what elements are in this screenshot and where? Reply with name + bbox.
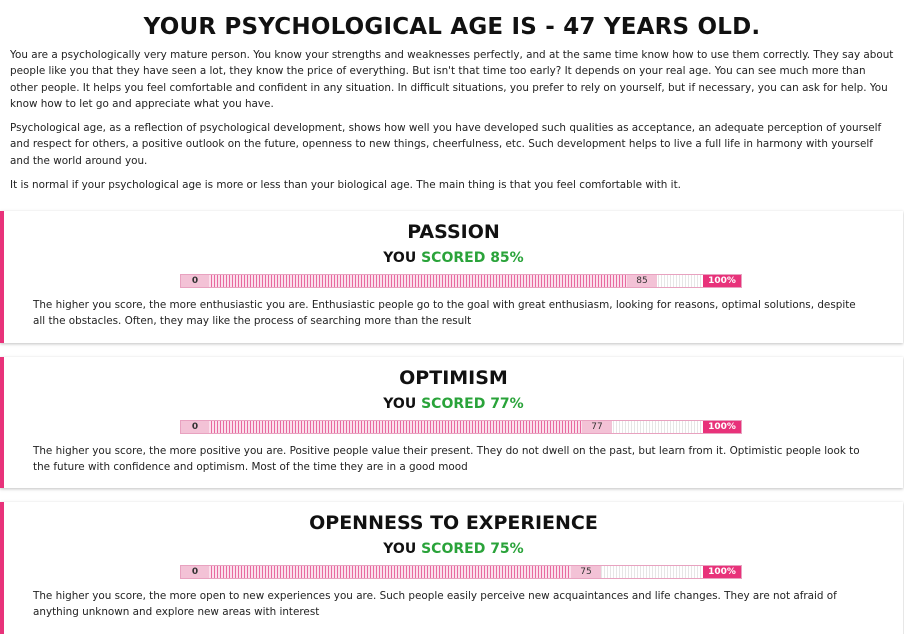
score-bar-max-label: 100% <box>703 275 741 287</box>
trait-score: YOU SCORED 85% <box>4 249 903 267</box>
trait-title: PASSION <box>407 221 500 243</box>
score-bar-value-label: 75 <box>571 566 601 578</box>
trait-card-optimism: OPTIMISM YOU SCORED 77% 0 77 100% The hi… <box>0 357 903 488</box>
trait-score: YOU SCORED 75% <box>4 540 903 558</box>
score-bar-min-label: 0 <box>181 275 209 287</box>
intro-paragraph: It is normal if your psychological age i… <box>10 179 681 192</box>
score-bar: 0 85 100% <box>180 274 742 288</box>
trait-description: The higher you score, the more enthusias… <box>33 299 856 327</box>
score-bar-min-label: 0 <box>181 421 209 433</box>
score-text: SCORED 85% <box>421 250 524 266</box>
score-text: SCORED 77% <box>421 396 524 412</box>
trait-title: OPENNESS TO EXPERIENCE <box>309 512 598 534</box>
trait-card-openness: OPENNESS TO EXPERIENCE YOU SCORED 75% 0 … <box>0 502 903 634</box>
results-page: YOUR PSYCHOLOGICAL AGE IS - 47 YEARS OLD… <box>0 0 904 634</box>
score-bar: 0 77 100% <box>180 420 742 434</box>
score-bar-value-label: 85 <box>627 275 657 287</box>
score-bar-fill <box>181 566 571 578</box>
intro-text: You are a psychologically very mature pe… <box>0 44 904 193</box>
score-prefix: YOU <box>383 250 417 266</box>
score-bar: 0 75 100% <box>180 565 742 579</box>
score-prefix: YOU <box>383 396 417 412</box>
intro-paragraph: You are a psychologically very mature pe… <box>10 49 894 110</box>
score-bar-fill <box>181 275 627 287</box>
score-bar-min-label: 0 <box>181 566 209 578</box>
page-title: YOUR PSYCHOLOGICAL AGE IS - 47 YEARS OLD… <box>143 14 761 40</box>
score-bar-fill <box>181 421 582 433</box>
score-bar-max-label: 100% <box>703 566 741 578</box>
score-text: SCORED 75% <box>421 541 524 557</box>
score-bar-value-label: 77 <box>582 421 612 433</box>
score-bar-max-label: 100% <box>703 421 741 433</box>
score-prefix: YOU <box>383 541 417 557</box>
trait-description: The higher you score, the more open to n… <box>33 590 837 618</box>
trait-title: OPTIMISM <box>399 367 508 389</box>
trait-description: The higher you score, the more positive … <box>33 445 860 473</box>
trait-card-passion: PASSION YOU SCORED 85% 0 85 100% The hig… <box>0 211 903 343</box>
trait-score: YOU SCORED 77% <box>4 395 903 413</box>
intro-paragraph: Psychological age, as a reflection of ps… <box>10 122 882 167</box>
